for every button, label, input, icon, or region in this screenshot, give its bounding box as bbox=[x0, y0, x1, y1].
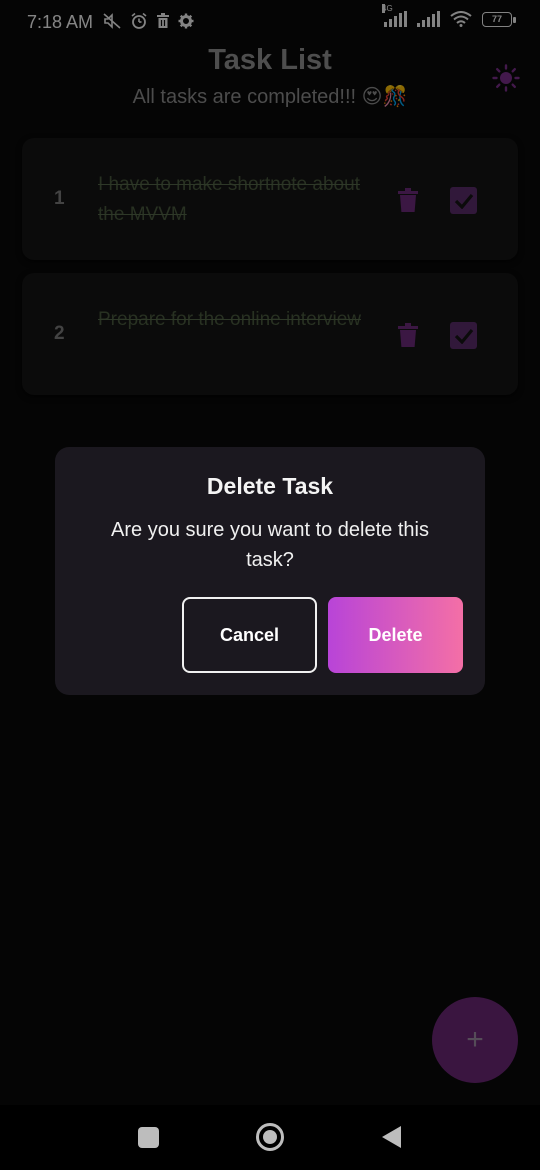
dialog-message: Are you sure you want to delete this tas… bbox=[111, 519, 429, 571]
delete-dialog: Delete Task Are you sure you want to del… bbox=[55, 447, 485, 695]
recent-apps-icon[interactable] bbox=[138, 1127, 159, 1148]
screen: 7:18 AM 4G 77 Task List All tasks are co… bbox=[0, 0, 540, 1170]
navigation-bar bbox=[0, 1105, 540, 1170]
back-icon[interactable] bbox=[382, 1126, 401, 1148]
delete-button[interactable]: Delete bbox=[328, 597, 463, 673]
dialog-title: Delete Task bbox=[206, 473, 334, 499]
home-icon[interactable] bbox=[256, 1123, 284, 1151]
cancel-button[interactable]: Cancel bbox=[182, 597, 317, 673]
